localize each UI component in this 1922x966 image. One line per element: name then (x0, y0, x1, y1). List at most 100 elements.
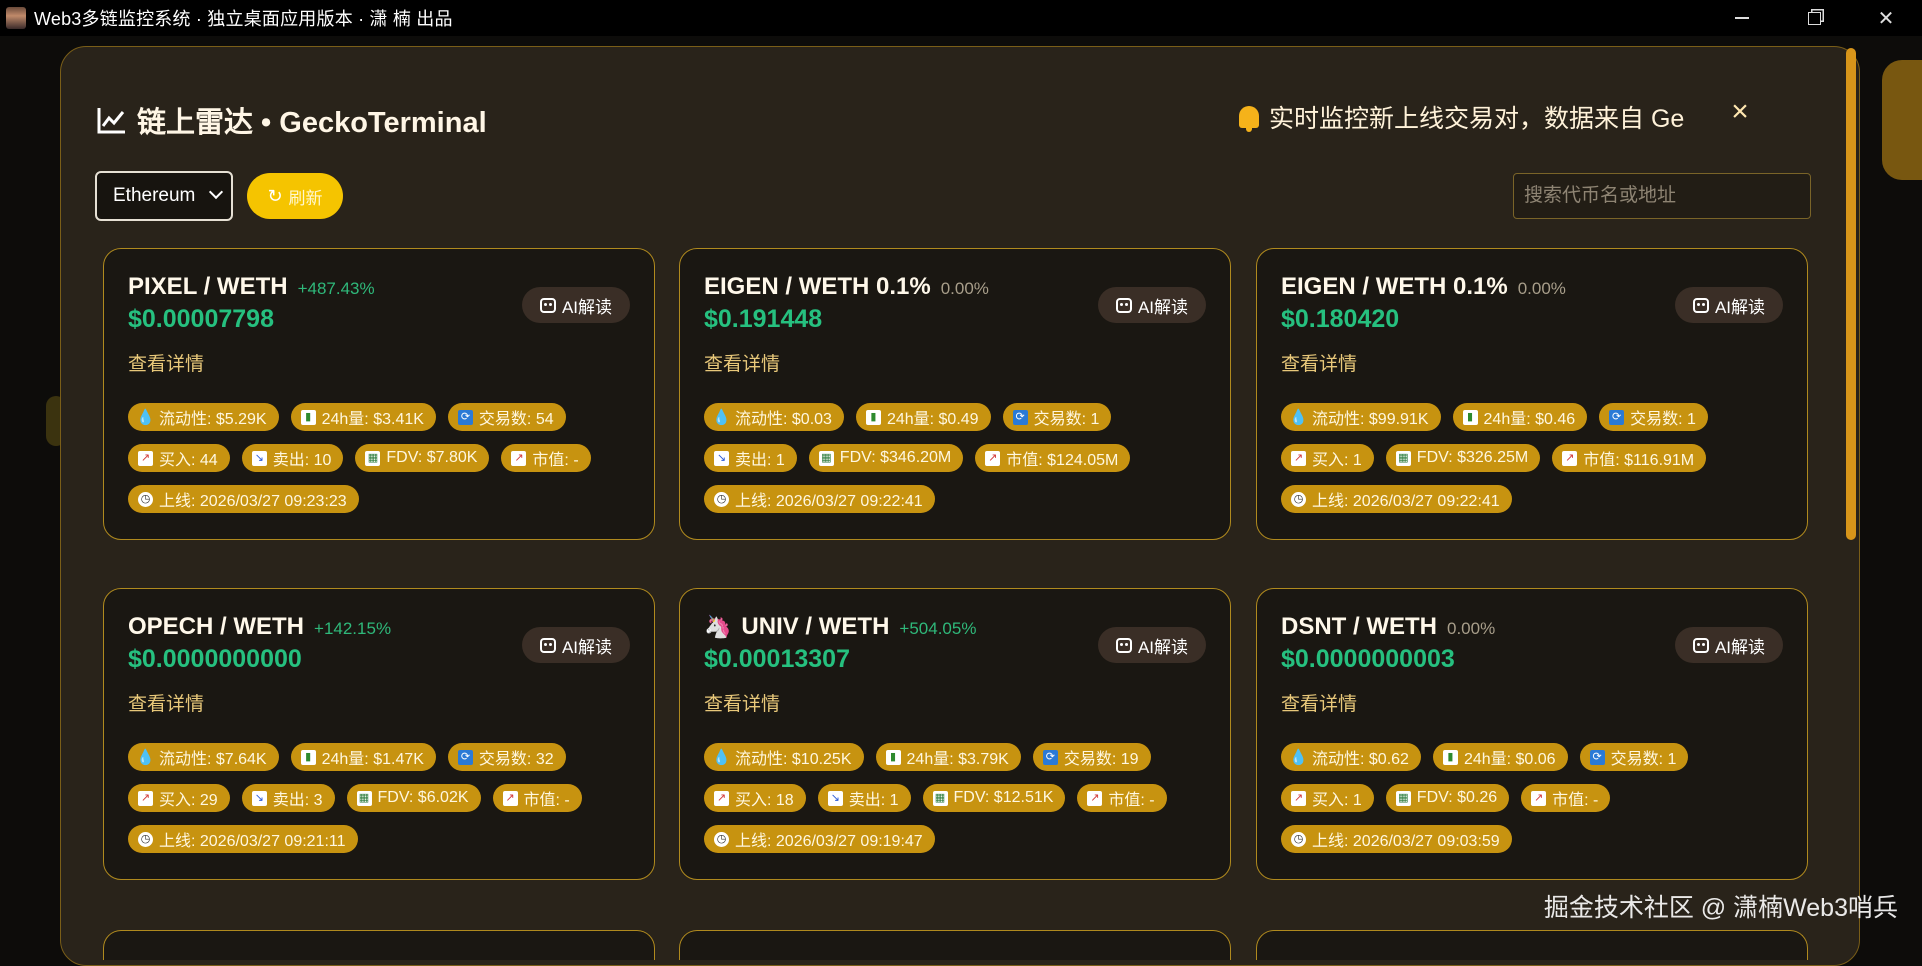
stat-tag: ▦ FDV: $326.25M (1385, 444, 1541, 472)
view-detail-link[interactable]: 查看详情 (128, 689, 204, 716)
stat-tag-text: 买入: 1 (1312, 452, 1362, 469)
bar-chart-icon: ▮ (300, 409, 316, 425)
pair-heading: DSNT / WETH 0.00% (1281, 613, 1495, 641)
robot-icon (1115, 637, 1132, 653)
ai-button-label: AI解读 (561, 637, 612, 657)
search-input[interactable] (1513, 173, 1811, 219)
view-detail-link[interactable]: 查看详情 (704, 689, 780, 716)
stat-tag-text: 卖出: 1 (848, 792, 899, 809)
building-icon: ▦ (932, 790, 948, 806)
swap-icon: ⟳ (1012, 409, 1028, 425)
stat-tag: ▮ 24h量: $3.79K (875, 743, 1021, 771)
stat-tag: ⟳ 交易数: 1 (1579, 743, 1689, 771)
clock-icon: ◷ (138, 491, 153, 507)
stat-tag: ↘ 卖出: 3 (241, 784, 335, 812)
pair-card[interactable]: EIGEN / WETH 0.1% 0.00% $0.180420 查看详情 AI解读 💧… (1256, 248, 1808, 540)
pair-price: $0.180420 (1281, 305, 1400, 333)
clock-icon: ◷ (1291, 831, 1306, 847)
price-change: +504.05% (899, 619, 977, 638)
stat-tag: ↘ 卖出: 1 (704, 444, 797, 472)
robot-icon (1692, 637, 1709, 653)
ai-analyze-button[interactable]: AI解读 (521, 627, 630, 663)
stat-tag-text: 交易数: 1 (1610, 751, 1677, 768)
stat-tag-text: 买入: 29 (159, 792, 218, 809)
pair-heading: OPECH / WETH +142.15% (128, 613, 391, 641)
pair-card[interactable]: OPECH / WETH +142.15% $0.0000000000 查看详情 AI解… (103, 588, 655, 880)
stat-tag-text: 交易数: 1 (1630, 411, 1696, 428)
stat-tag-text: 交易数: 1 (1033, 411, 1100, 428)
window-close-button[interactable]: ✕ (1850, 0, 1922, 36)
stat-tag-text: 市值: - (532, 452, 579, 469)
stat-tag-text: 24h量: $3.41K (321, 411, 424, 428)
droplet-icon: 💧 (136, 408, 155, 426)
stat-tag: ↗ 市值: - (501, 444, 591, 472)
modal-title: 链上雷达 • GeckoTerminal (137, 107, 487, 139)
stat-tag: ↗ 买入: 29 (128, 784, 230, 812)
stat-tag: ↗ 买入: 44 (128, 444, 230, 472)
stat-tag: ↗ 买入: 1 (1281, 784, 1374, 812)
pair-name: EIGEN / WETH 0.1% (1281, 273, 1508, 300)
pair-card[interactable]: EIGEN / WETH 0.1% 0.00% $0.191448 查看详情 AI解读 💧… (679, 248, 1231, 540)
stat-tag-text: 上线: 2026/03/27 09:19:47 (735, 833, 923, 850)
refresh-button[interactable]: ↻ 刷新 (247, 173, 343, 219)
ai-analyze-button[interactable]: AI解读 (1097, 287, 1206, 323)
view-detail-link[interactable]: 查看详情 (128, 349, 204, 376)
scrollbar[interactable] (1846, 48, 1856, 540)
stat-tag-text: 上线: 2026/03/27 09:03:59 (1312, 833, 1500, 850)
ai-analyze-button[interactable]: AI解读 (1674, 287, 1783, 323)
stat-tag: ↗ 市值: $116.91M (1552, 444, 1707, 472)
price-change: 0.00% (940, 279, 989, 298)
stat-tag-text: 流动性: $99.91K (1312, 411, 1429, 428)
unicorn-icon: 🦄 (704, 614, 732, 639)
trend-up-icon: ↗ (511, 450, 527, 466)
modal-close-button[interactable]: × (1725, 97, 1755, 127)
ai-button-label: AI解读 (561, 297, 612, 317)
chevron-down-icon (208, 184, 224, 200)
trend-up-icon: ↗ (502, 790, 518, 806)
pair-name: UNIV / WETH (741, 613, 890, 640)
stat-tags: 💧 流动性: $5.29K ▮ 24h量: $3.41K ⟳ 交易数: 54 ↗ 买入: 44… (128, 403, 638, 513)
view-detail-link[interactable]: 查看详情 (704, 349, 780, 376)
maximize-button[interactable] (1778, 0, 1850, 36)
clock-icon: ◷ (138, 831, 153, 847)
stat-tag: ▦ FDV: $7.80K (355, 444, 490, 472)
trend-up-icon: ↗ (714, 790, 729, 806)
minimize-button[interactable] (1706, 0, 1778, 36)
swap-icon: ⟳ (1042, 749, 1058, 765)
stat-tag: ↘ 卖出: 10 (241, 444, 344, 472)
window-titlebar: Web3多链监控系统 · 独立桌面应用版本 · 潇 楠 出品 ✕ (0, 0, 1922, 36)
stat-tag: ◷ 上线: 2026/03/27 09:23:23 (128, 485, 359, 513)
stat-tag: 💧 流动性: $5.29K (128, 403, 279, 431)
stat-tag: ▦ FDV: $6.02K (346, 784, 481, 812)
pair-card[interactable]: DSNT / WETH 0.00% $0.0000000003 查看详情 AI解读 💧 流动… (1256, 588, 1808, 880)
stat-tag-text: 24h量: $1.47K (321, 751, 424, 768)
chain-select[interactable]: Ethereum (95, 171, 233, 221)
minimize-icon (1735, 17, 1749, 19)
droplet-icon: 💧 (136, 748, 155, 766)
ai-button-label: AI解读 (1714, 637, 1765, 657)
stat-tag-text: 买入: 1 (1312, 792, 1362, 809)
pair-heading: 🦄 UNIV / WETH +504.05% (704, 613, 976, 641)
ai-analyze-button[interactable]: AI解读 (521, 287, 630, 323)
stat-tag-text: 交易数: 32 (478, 751, 554, 768)
stat-tag-text: FDV: $326.25M (1416, 449, 1529, 466)
droplet-icon: 💧 (712, 748, 731, 766)
pair-card[interactable]: 🦄 UNIV / WETH +504.05% $0.00013307 查看详情 AI解读 💧… (679, 588, 1231, 880)
notice-text: 实时监控新上线交易对，数据来自 Ge (1269, 105, 1685, 133)
building-icon: ▦ (818, 450, 834, 466)
pair-card[interactable]: PIXEL / WETH +487.43% $0.00007798 查看详情 AI解读 💧… (103, 248, 655, 540)
bar-chart-icon: ▮ (1462, 409, 1478, 425)
pair-heading: EIGEN / WETH 0.1% 0.00% (704, 273, 989, 301)
stat-tag: ↗ 买入: 1 (1281, 444, 1374, 472)
swap-icon: ⟳ (1609, 409, 1625, 425)
bar-chart-icon: ▮ (300, 749, 316, 765)
building-icon: ▦ (356, 790, 372, 806)
stat-tag: ◷ 上线: 2026/03/27 09:21:11 (128, 825, 358, 853)
view-detail-link[interactable]: 查看详情 (1281, 349, 1357, 376)
ai-analyze-button[interactable]: AI解读 (1097, 627, 1206, 663)
ai-analyze-button[interactable]: AI解读 (1674, 627, 1783, 663)
view-detail-link[interactable]: 查看详情 (1281, 689, 1357, 716)
stat-tag: ⟳ 交易数: 1 (1599, 403, 1708, 431)
stat-tag: ◷ 上线: 2026/03/27 09:19:47 (704, 825, 935, 853)
robot-icon (539, 637, 556, 653)
